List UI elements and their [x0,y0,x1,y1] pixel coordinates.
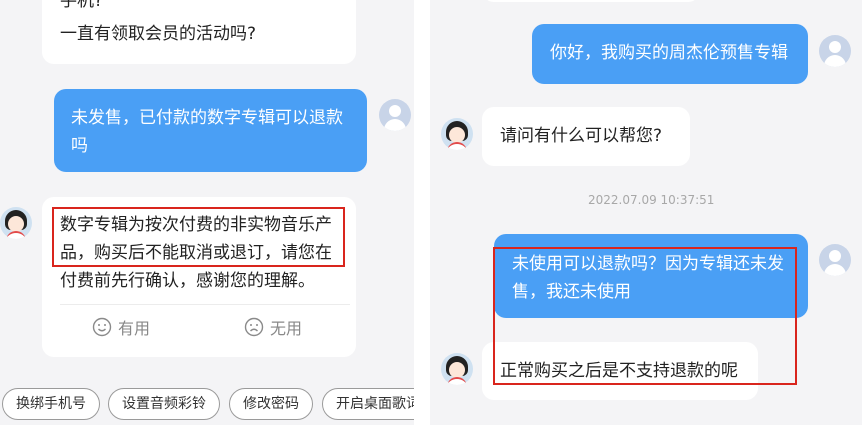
agent-avatar-2 [441,353,473,385]
useful-button[interactable]: 有用 [92,315,150,339]
agent-message-bubble-cut [482,0,700,2]
highlight-box-right [493,247,797,385]
smile-icon [92,317,112,337]
message-text: 一直有领取会员的活动吗? [60,24,257,44]
agent-message-bubble-top: 手机? 一直有领取会员的活动吗? [42,0,356,64]
user-avatar-2 [819,244,851,276]
quick-action-change-password[interactable]: 修改密码 [229,388,313,420]
agent-message-bubble-1: 请问有什么可以帮您? [482,107,690,166]
message-text-partial: 手机? [60,0,104,11]
user-message-bubble-1: 你好，我购买的周杰伦预售专辑 [532,24,808,84]
user-avatar-1 [819,35,851,67]
user-avatar [379,99,411,131]
agent-avatar-1 [441,118,473,150]
message-timestamp: 2022.07.09 10:37:51 [588,193,715,207]
useful-label: 有用 [118,319,151,338]
feedback-divider [60,304,350,305]
frown-icon [244,317,264,337]
quick-action-rebind-phone[interactable]: 换绑手机号 [2,388,100,420]
useless-label: 无用 [270,319,303,338]
agent-message-text-1: 请问有什么可以帮您? [500,126,663,146]
user-message-text-1: 你好，我购买的周杰伦预售专辑 [550,43,788,63]
agent-avatar [0,207,32,239]
quick-action-audio-ringtone[interactable]: 设置音频彩铃 [108,388,220,420]
user-message-bubble: 未发售，已付款的数字专辑可以退款吗 [54,89,367,172]
quick-action-desktop-lyrics[interactable]: 开启桌面歌词 [322,388,414,420]
left-chat-panel: 手机? 一直有领取会员的活动吗? 未发售，已付款的数字专辑可以退款吗 数字专辑为… [0,0,414,425]
user-message-text: 未发售，已付款的数字专辑可以退款吗 [71,108,343,156]
right-chat-panel: 你好，我购买的周杰伦预售专辑 请问有什么可以帮您? 2022.07.09 10:… [430,0,862,425]
highlight-box-left [52,207,345,267]
useless-button[interactable]: 无用 [244,315,302,339]
